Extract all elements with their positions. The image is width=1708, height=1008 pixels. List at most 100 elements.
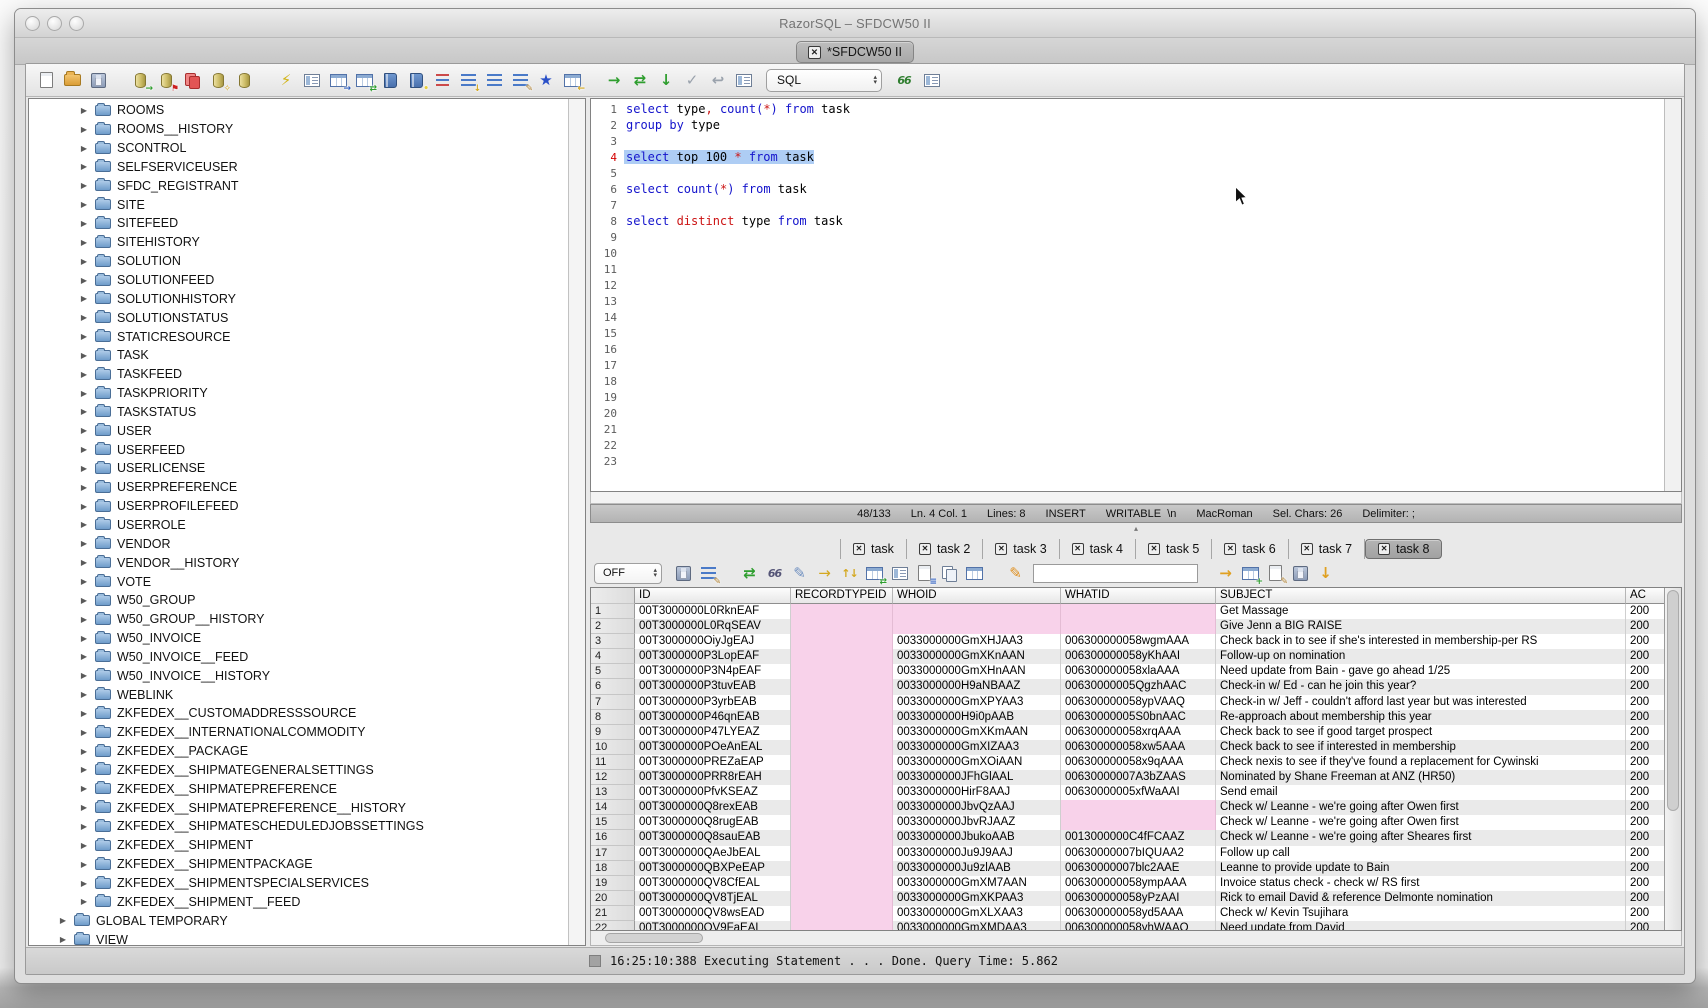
tab-close-icon[interactable]: ✕ [1378, 543, 1390, 555]
code-line[interactable]: 8select distinct type from task [591, 213, 1664, 229]
result-tab[interactable]: ✕task 7 [1289, 539, 1365, 559]
sort-icon[interactable]: ↑↓ [838, 561, 861, 585]
disclosure-triangle-icon[interactable]: ▶ [77, 238, 91, 247]
table-row[interactable]: 1400T3000000Q8rexEAB0033000000JbvQzAAJCh… [591, 800, 1664, 815]
table-row[interactable]: 800T3000000P46qnEAB0033000000H9i0pAAB006… [591, 710, 1664, 725]
disclosure-triangle-icon[interactable]: ▶ [77, 520, 91, 529]
clone-connection-icon[interactable] [180, 68, 204, 92]
tree-item[interactable]: ▶SOLUTIONSTATUS [29, 308, 568, 327]
disclosure-triangle-icon[interactable]: ▶ [77, 897, 91, 906]
tree-item[interactable]: ▶ZKFEDEX__SHIPMATEGENERALSETTINGS [29, 761, 568, 780]
code-line[interactable]: 1select type, count(*) from task [591, 101, 1664, 117]
disclosure-triangle-icon[interactable]: ▶ [77, 634, 91, 643]
tree-item[interactable]: ▶W50_GROUP__HISTORY [29, 610, 568, 629]
disclosure-triangle-icon[interactable]: ▶ [77, 464, 91, 473]
tree-item[interactable]: ▶SCONTROL [29, 139, 568, 158]
disclosure-triangle-icon[interactable]: ▶ [77, 860, 91, 869]
code-line[interactable]: 6select count(*) from task [591, 181, 1664, 197]
new-file-icon[interactable] [34, 68, 58, 92]
tree-item[interactable]: ▶USER [29, 421, 568, 440]
new-connection-icon[interactable]: ✧ [206, 68, 230, 92]
disclosure-triangle-icon[interactable]: ▶ [77, 426, 91, 435]
view-resultset-icon[interactable]: 66 [892, 68, 916, 92]
describe-table-icon[interactable] [300, 68, 324, 92]
column-header[interactable]: RECORDTYPEID [791, 588, 893, 604]
tree-item[interactable]: ▶SITE [29, 195, 568, 214]
bookmarks-icon[interactable]: • [404, 68, 428, 92]
disclosure-triangle-icon[interactable]: ▶ [77, 370, 91, 379]
table-columns-icon[interactable] [920, 68, 944, 92]
code-line[interactable]: 13 [591, 293, 1664, 309]
table-row[interactable]: 1700T3000000QAeJbEAL0033000000Ju9J9AAJ00… [591, 846, 1664, 861]
disclosure-triangle-icon[interactable]: ▶ [77, 313, 91, 322]
tree-item[interactable]: ▶TASKFEED [29, 365, 568, 384]
table-row[interactable]: 1600T3000000Q8sauEAB0033000000JbukoAAB00… [591, 830, 1664, 845]
disclosure-triangle-icon[interactable]: ▶ [77, 445, 91, 454]
zoom-button[interactable] [69, 16, 84, 31]
table-row[interactable]: 700T3000000P3yrbEAB0033000000GmXPYAA3006… [591, 695, 1664, 710]
code-line[interactable]: 19 [591, 389, 1664, 405]
tree-item[interactable]: ▶SOLUTIONHISTORY [29, 289, 568, 308]
code-line[interactable]: 18 [591, 373, 1664, 389]
code-line[interactable]: 23 [591, 453, 1664, 469]
grid-hscrollbar[interactable] [590, 931, 1682, 946]
code-line[interactable]: 14 [591, 309, 1664, 325]
tree-scrollbar[interactable] [568, 99, 585, 945]
disclosure-triangle-icon[interactable]: ▶ [77, 822, 91, 831]
disclosure-triangle-icon[interactable]: ▶ [77, 502, 91, 511]
code-area[interactable]: 1select type, count(*) from task2group b… [591, 99, 1664, 491]
code-line[interactable]: 10 [591, 245, 1664, 261]
minimize-button[interactable] [47, 16, 62, 31]
disclosure-triangle-icon[interactable]: ▶ [77, 125, 91, 134]
disclosure-triangle-icon[interactable]: ▶ [77, 841, 91, 850]
code-line[interactable]: 3 [591, 133, 1664, 149]
tree-item[interactable]: ▶SFDC_REGISTRANT [29, 176, 568, 195]
close-button[interactable] [25, 16, 40, 31]
table-row[interactable]: 2200T3000000QV9FaEAL0033000000GmXMDAA300… [591, 921, 1664, 930]
tab-close-icon[interactable]: ✕ [995, 543, 1007, 555]
disclosure-triangle-icon[interactable]: ▶ [77, 577, 91, 586]
tree-item[interactable]: ▶VOTE [29, 572, 568, 591]
describe-result-icon[interactable] [888, 561, 911, 585]
refresh-objects-icon[interactable]: ⇄ [352, 68, 376, 92]
open-file-icon[interactable] [60, 68, 84, 92]
disclosure-triangle-icon[interactable]: ▶ [77, 162, 91, 171]
tree-item[interactable]: ▶ZKFEDEX__SHIPMATEPREFERENCE [29, 779, 568, 798]
result-tab[interactable]: ✕task 6 [1212, 539, 1288, 559]
table-row[interactable]: 200T3000000L0RqSEAVGive Jenn a BIG RAISE… [591, 619, 1664, 634]
disclosure-triangle-icon[interactable]: ▶ [77, 483, 91, 492]
tree-item[interactable]: ▶STATICRESOURCE [29, 327, 568, 346]
code-line[interactable]: 2group by type [591, 117, 1664, 133]
code-line[interactable]: 12 [591, 277, 1664, 293]
editor-hscrollbar[interactable] [590, 492, 1682, 504]
tree-item[interactable]: ▶SOLUTION [29, 252, 568, 271]
sql-history-icon[interactable] [378, 68, 402, 92]
column-fit-icon[interactable]: → [813, 561, 836, 585]
tree-item[interactable]: ▶ZKFEDEX__SHIPMENT__FEED [29, 892, 568, 911]
disclosure-triangle-icon[interactable]: ▶ [77, 558, 91, 567]
favorites-icon[interactable]: ★ [534, 68, 558, 92]
result-tab[interactable]: ✕task 8 [1365, 539, 1442, 559]
tab-close-icon[interactable]: ✕ [1224, 543, 1236, 555]
column-header[interactable]: WHATID [1061, 588, 1216, 604]
tree-item[interactable]: ▶USERPROFILEFEED [29, 497, 568, 516]
tree-item[interactable]: ▶ZKFEDEX__CUSTOMADDRESSSOURCE [29, 704, 568, 723]
find-next-icon[interactable]: → [1214, 561, 1237, 585]
tab-close-icon[interactable]: ✕ [1148, 543, 1160, 555]
result-tab[interactable]: ✕task 4 [1060, 539, 1136, 559]
disclosure-triangle-icon[interactable]: ▶ [77, 671, 91, 680]
tree-item[interactable]: ▶ZKFEDEX__SHIPMATESCHEDULEDJOBSSETTINGS [29, 817, 568, 836]
table-row[interactable]: 1100T3000000PREZaEAP0033000000GmXOiAAN00… [591, 755, 1664, 770]
row-limit-select[interactable]: OFF ▴▾ [594, 563, 662, 584]
table-row[interactable]: 400T3000000P3LopEAF0033000000GmXKnAAN006… [591, 649, 1664, 664]
tab-close-icon[interactable]: ✕ [853, 543, 865, 555]
tree-item[interactable]: ▶ROOMS__HISTORY [29, 120, 568, 139]
disclosure-triangle-icon[interactable]: ▶ [77, 389, 91, 398]
highlight-pen-icon[interactable]: ✎ [1004, 561, 1027, 585]
table-row[interactable]: 100T3000000L0RknEAFGet Massage200 [591, 604, 1664, 619]
tree-item[interactable]: ▶USERFEED [29, 440, 568, 459]
table-row[interactable]: 1500T3000000Q8rugEAB0033000000JbvRJAAZCh… [591, 815, 1664, 830]
disclosure-triangle-icon[interactable]: ▶ [77, 596, 91, 605]
column-header[interactable]: AC [1626, 588, 1664, 604]
tree-item[interactable]: ▶ZKFEDEX__SHIPMATEPREFERENCE__HISTORY [29, 798, 568, 817]
